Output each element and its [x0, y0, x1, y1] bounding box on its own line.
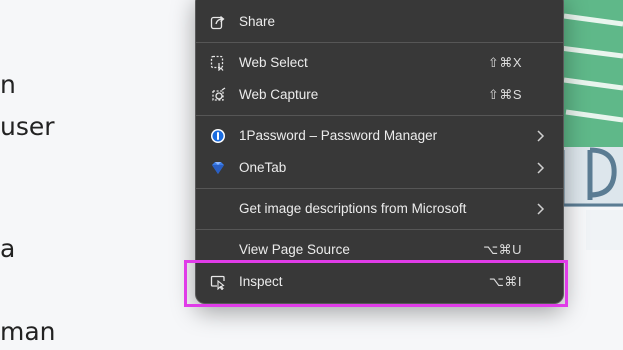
menu-item-share[interactable]: Share	[202, 9, 557, 35]
menu-item-web-select[interactable]: Web Select ⇧⌘X	[202, 50, 557, 76]
1password-icon	[209, 127, 227, 145]
menu-item-label: View Page Source	[239, 242, 350, 257]
page-text-fragment: man	[0, 317, 56, 346]
page-text-fragment: a	[0, 234, 16, 263]
web-capture-icon	[209, 86, 227, 104]
menu-separator	[196, 188, 563, 189]
page-text-fragment: user	[0, 112, 55, 141]
chevron-right-icon	[537, 130, 545, 142]
chevron-right-icon	[537, 162, 545, 174]
menu-item-label: Web Capture	[239, 87, 319, 102]
context-menu: Share Web Select ⇧⌘X Web Capture ⇧⌘S 1Pa…	[195, 0, 564, 304]
menu-separator	[196, 229, 563, 230]
menu-separator	[196, 115, 563, 116]
menu-item-image-descriptions[interactable]: Get image descriptions from Microsoft	[202, 196, 557, 222]
share-icon	[209, 13, 227, 31]
menu-item-label: 1Password – Password Manager	[239, 128, 438, 143]
highlight-annotation-box	[184, 260, 568, 307]
menu-item-shortcut: ⇧⌘X	[487, 55, 522, 70]
menu-item-1password[interactable]: 1Password – Password Manager	[202, 123, 557, 149]
menu-item-shortcut: ⇧⌘S	[487, 87, 522, 102]
menu-item-onetab[interactable]: OneTab	[202, 155, 557, 181]
menu-item-web-capture[interactable]: Web Capture ⇧⌘S	[202, 82, 557, 108]
chevron-right-icon	[537, 203, 545, 215]
onetab-icon	[209, 159, 227, 177]
menu-item-label: Share	[239, 14, 276, 29]
menu-item-label: OneTab	[239, 160, 287, 175]
menu-item-label: Get image descriptions from Microsoft	[239, 201, 467, 216]
menu-item-label: Web Select	[239, 55, 308, 70]
web-select-icon	[209, 54, 227, 72]
menu-item-shortcut: ⌥⌘U	[483, 242, 522, 257]
page-text-fragment: n	[0, 70, 16, 99]
menu-separator	[196, 42, 563, 43]
